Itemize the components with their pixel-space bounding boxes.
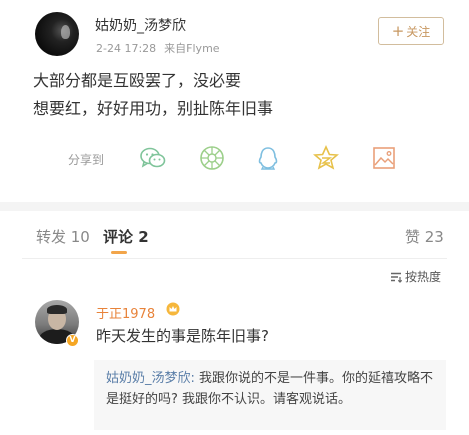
post-meta: 2-24 17:28 来自Flyme <box>96 40 220 56</box>
avatar-highlight <box>61 25 70 39</box>
verified-icon: V <box>66 334 79 347</box>
moments-icon[interactable] <box>198 145 226 171</box>
tabs-divider <box>22 258 447 259</box>
post-author-avatar[interactable] <box>35 12 79 56</box>
qzone-icon[interactable] <box>312 145 340 171</box>
commenter-name[interactable]: 于正1978 <box>96 303 155 322</box>
sort-toggle[interactable]: 按热度 <box>390 268 441 285</box>
post-source: 来自Flyme <box>164 42 220 55</box>
post-line: 大部分都是互殴罢了，没必要 <box>33 71 242 90</box>
follow-button[interactable]: + 关注 <box>378 17 444 45</box>
active-tab-indicator <box>111 251 127 254</box>
vip-crown-icon <box>166 302 180 316</box>
plus-icon: + <box>391 21 405 40</box>
weibo-post-page: 姑奶奶_汤梦欣 2-24 17:28 来自Flyme + 关注 大部分都是互殴罢了… <box>0 0 469 435</box>
post-time: 2-24 17:28 <box>96 42 157 55</box>
reply-author[interactable]: 姑奶奶_汤梦欣: <box>106 371 195 386</box>
share-label: 分享到 <box>68 153 105 167</box>
image-icon[interactable] <box>370 145 398 171</box>
post-body: 大部分都是互殴罢了，没必要 想要红，好好用功，别扯陈年旧事 <box>33 67 273 123</box>
avatar-hair <box>47 305 67 314</box>
sort-label: 按热度 <box>405 270 442 284</box>
author-reply[interactable]: 姑奶奶_汤梦欣: 我跟你说的不是一件事。你的延禧攻略不是挺好的吗? 我跟你不认识… <box>94 360 446 430</box>
post-author-name[interactable]: 姑奶奶_汤梦欣 <box>95 15 186 35</box>
qq-icon[interactable] <box>254 145 282 171</box>
section-divider <box>0 202 469 211</box>
tab-like[interactable]: 赞 23 <box>405 226 444 247</box>
follow-label: 关注 <box>406 24 431 39</box>
tab-repost[interactable]: 转发 10 <box>36 226 90 247</box>
comment-text: 昨天发生的事是陈年旧事? <box>96 327 269 345</box>
tab-comment[interactable]: 评论 2 <box>103 226 149 247</box>
sort-icon <box>391 272 402 283</box>
post-line: 想要红，好好用功，别扯陈年旧事 <box>33 99 274 118</box>
wechat-icon[interactable] <box>139 145 167 171</box>
